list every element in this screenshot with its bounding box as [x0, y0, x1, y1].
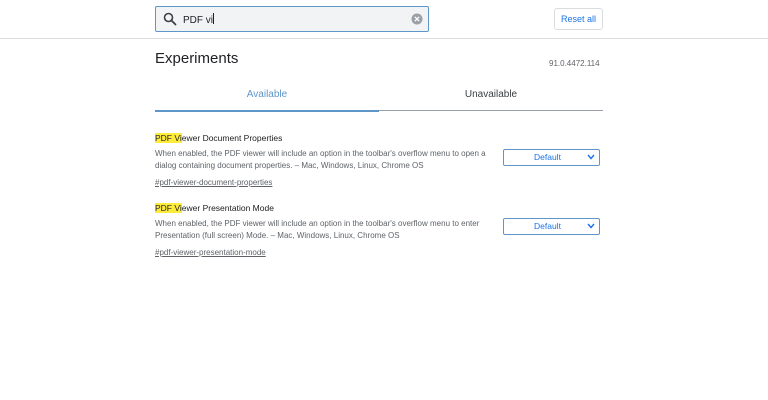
- search-icon: [163, 12, 177, 26]
- experiment-state-select[interactable]: Default: [503, 218, 600, 235]
- chevron-down-icon: [587, 223, 595, 229]
- tab-bar: Available Unavailable: [155, 80, 603, 112]
- clear-icon[interactable]: [411, 13, 423, 25]
- search-match-highlight: PDF Vi: [155, 133, 182, 143]
- experiment-title-rest: ewer Presentation Mode: [181, 203, 274, 213]
- experiment-description: When enabled, the PDF viewer will includ…: [155, 149, 486, 170]
- version-label: 91.0.4472.114: [549, 59, 600, 68]
- experiment-description: When enabled, the PDF viewer will includ…: [155, 219, 480, 240]
- experiment-title-rest: ewer Document Properties: [181, 133, 283, 143]
- select-value: Default: [534, 152, 561, 162]
- experiment-permalink[interactable]: #pdf-viewer-document-properties: [155, 177, 272, 189]
- chevron-down-icon: [587, 154, 595, 160]
- experiment-item: PDF Viewer Presentation Mode When enable…: [155, 203, 603, 260]
- active-tab-indicator: [155, 110, 379, 112]
- experiment-title: PDF Viewer Document Properties: [155, 133, 603, 144]
- experiment-permalink[interactable]: #pdf-viewer-presentation-mode: [155, 247, 266, 259]
- experiment-item: PDF Viewer Document Properties When enab…: [155, 133, 603, 190]
- page-title: Experiments: [155, 50, 239, 67]
- text-caret: [213, 13, 214, 24]
- header-bar: PDF vi Reset all: [0, 0, 768, 39]
- experiment-state-select[interactable]: Default: [503, 149, 600, 166]
- reset-all-button[interactable]: Reset all: [554, 8, 603, 30]
- experiment-title: PDF Viewer Presentation Mode: [155, 203, 603, 214]
- tab-available[interactable]: Available: [155, 80, 379, 110]
- select-value: Default: [534, 221, 561, 231]
- tab-unavailable[interactable]: Unavailable: [379, 80, 603, 110]
- flags-page: PDF vi Reset all Experiments 91.0.4472.1…: [0, 0, 768, 400]
- search-match-highlight: PDF Vi: [155, 203, 182, 213]
- search-input-value[interactable]: PDF vi: [183, 13, 214, 27]
- search-input[interactable]: PDF vi: [155, 6, 429, 32]
